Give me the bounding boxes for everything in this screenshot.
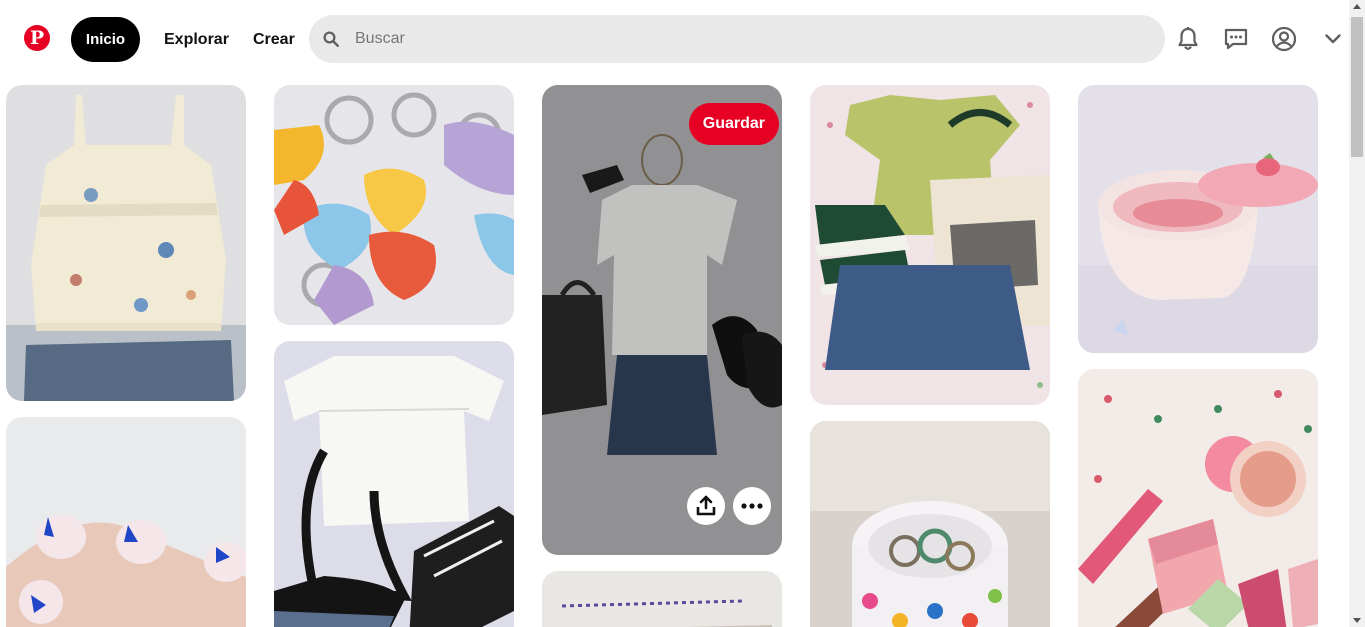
share-upload-icon[interactable] <box>687 487 725 525</box>
scrollbar-thumb[interactable] <box>1351 17 1363 157</box>
pin-image <box>274 341 514 627</box>
nav-explore-link[interactable]: Explorar <box>164 17 229 62</box>
pin-card[interactable] <box>274 85 514 325</box>
scroll-down-arrow-icon[interactable] <box>1353 618 1361 623</box>
nav-create-link[interactable]: Crear <box>253 17 295 62</box>
chat-bubble-icon[interactable] <box>1221 24 1251 54</box>
pin-card[interactable] <box>6 417 246 627</box>
pin-image <box>6 85 246 401</box>
search-bar[interactable] <box>309 15 1165 63</box>
pin-card[interactable] <box>810 421 1050 627</box>
pinterest-logo-icon[interactable]: P <box>24 25 50 51</box>
page-scrollbar[interactable] <box>1349 0 1365 627</box>
ellipsis-icon[interactable] <box>733 487 771 525</box>
search-input[interactable] <box>355 15 1135 63</box>
pin-card[interactable] <box>542 571 782 627</box>
top-navigation-bar: P Inicio Explorar Crear <box>0 0 1349 78</box>
pin-image <box>810 85 1050 405</box>
scroll-up-arrow-icon[interactable] <box>1353 4 1361 9</box>
save-pin-button[interactable]: Guardar <box>688 103 779 145</box>
chevron-down-icon[interactable] <box>1318 24 1348 54</box>
pin-card[interactable] <box>810 85 1050 405</box>
pin-image <box>1078 85 1318 353</box>
nav-home-button[interactable]: Inicio <box>71 17 140 62</box>
pin-card[interactable] <box>274 341 514 627</box>
pin-card[interactable] <box>1078 369 1318 627</box>
pin-image <box>542 571 782 627</box>
pin-card[interactable] <box>1078 85 1318 353</box>
user-circle-icon[interactable] <box>1269 24 1299 54</box>
pin-image <box>1078 369 1318 627</box>
pin-card[interactable] <box>6 85 246 401</box>
pin-image <box>274 85 514 325</box>
bell-icon[interactable] <box>1173 24 1203 54</box>
pin-image <box>810 421 1050 627</box>
pin-card[interactable]: Guardar <box>542 85 782 555</box>
logo-glyph: P <box>29 26 45 49</box>
pin-image <box>6 417 246 627</box>
search-icon <box>323 31 339 47</box>
pin-hover-overlay <box>542 85 782 555</box>
